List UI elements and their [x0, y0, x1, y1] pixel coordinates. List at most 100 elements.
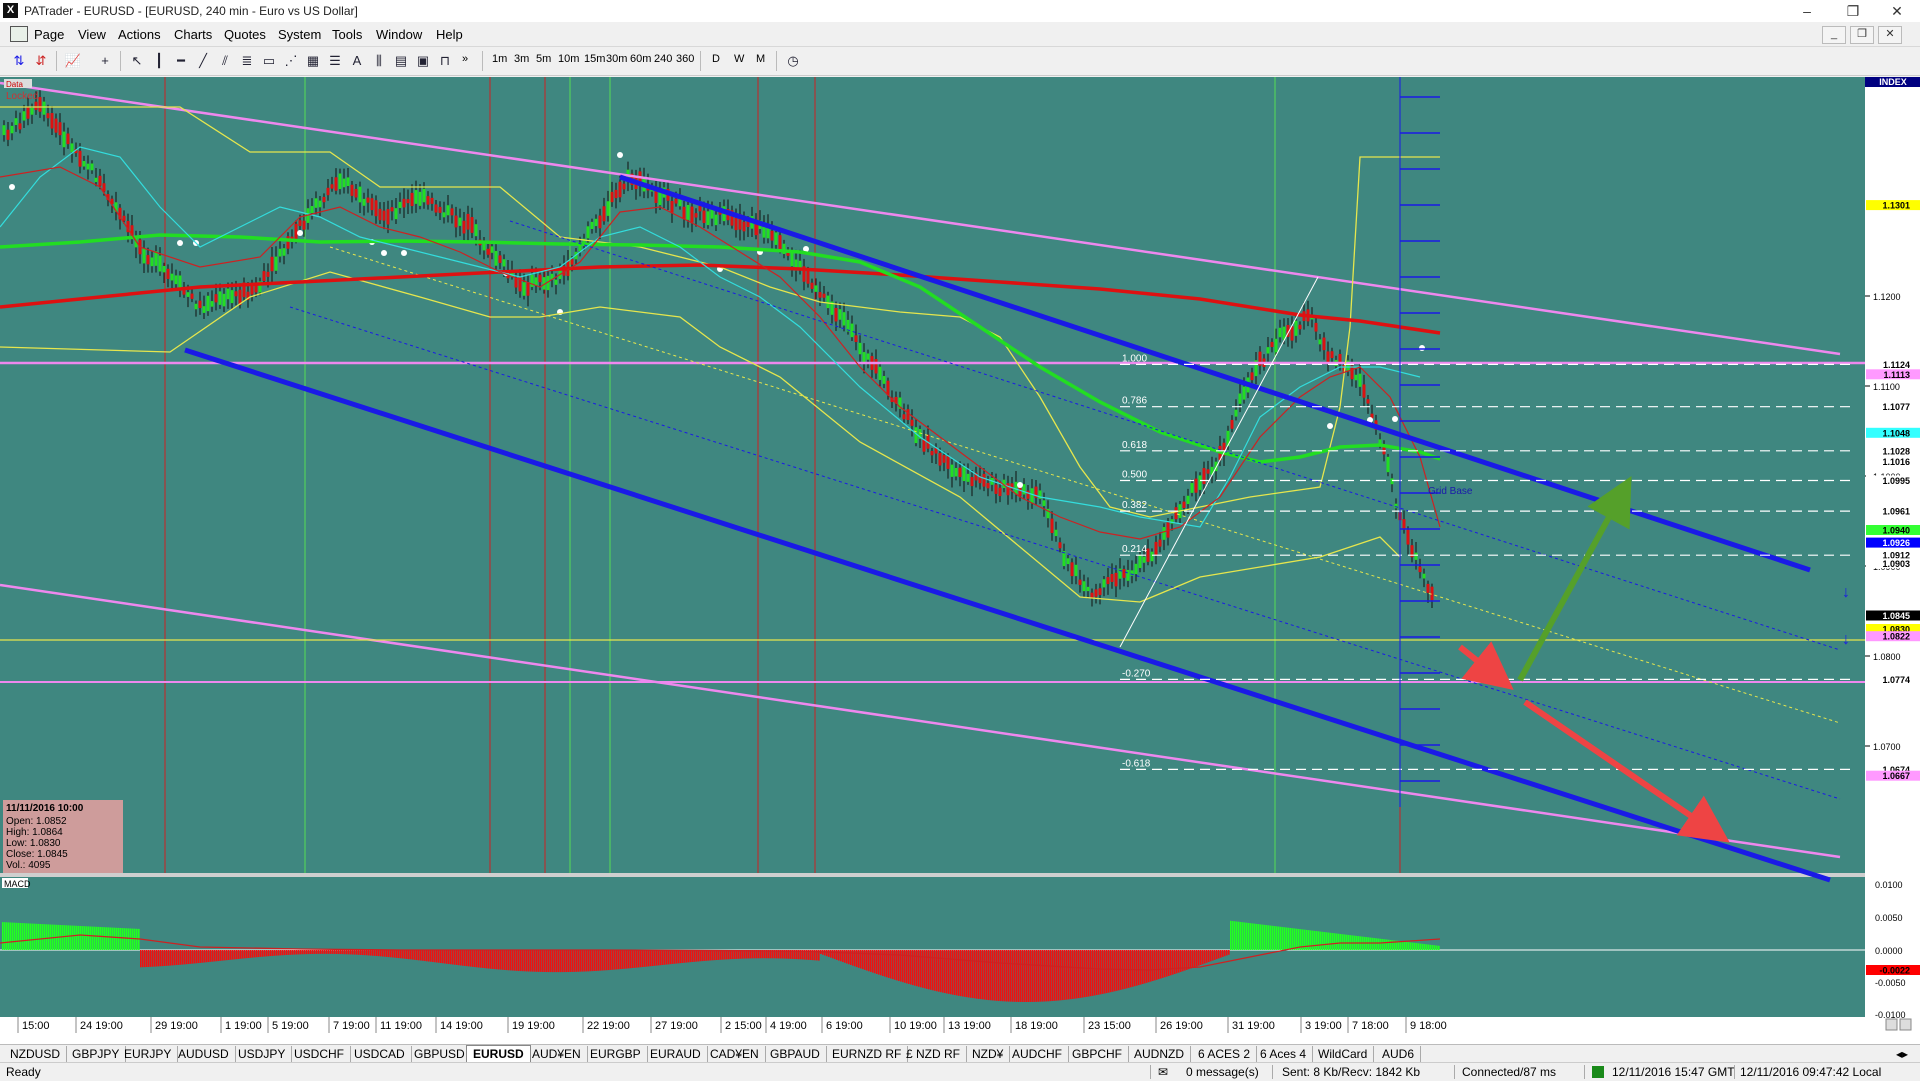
levels-icon[interactable]: ☰: [326, 52, 344, 70]
macd-bar: [1168, 950, 1170, 976]
rectangle-icon[interactable]: ▭: [260, 52, 278, 70]
restore-button[interactable]: ❐: [1830, 0, 1876, 22]
tab-nzdusd[interactable]: NZDUSD: [4, 1046, 67, 1062]
tab-aud-yen[interactable]: AUD¥EN: [526, 1046, 588, 1062]
fan-icon[interactable]: ⋰: [282, 52, 300, 70]
tab-aud6[interactable]: AUD6: [1376, 1046, 1422, 1062]
macd-bar: [516, 950, 518, 971]
timeframe-m[interactable]: M: [756, 53, 765, 65]
menu-actions[interactable]: Actions: [118, 27, 161, 42]
candle-body: [166, 268, 170, 279]
tab-usdchf[interactable]: USDCHF: [288, 1046, 351, 1062]
menu-charts[interactable]: Charts: [174, 27, 212, 42]
mdi-close-button[interactable]: ✕: [1878, 26, 1902, 44]
close-button[interactable]: ✕: [1874, 0, 1920, 22]
tab-6-aces-4[interactable]: 6 Aces 4: [1254, 1046, 1314, 1062]
macd-bar: [926, 950, 928, 989]
tab-audnzd[interactable]: AUDNZD: [1128, 1046, 1191, 1062]
timeframe-60m[interactable]: 60m: [630, 53, 651, 65]
candle-body: [614, 189, 618, 199]
channel-icon[interactable]: ⫽: [216, 52, 234, 70]
timeframe-240[interactable]: 240: [654, 53, 672, 65]
cycle-lines-icon[interactable]: ⫼: [370, 52, 388, 70]
mail-icon[interactable]: ✉: [1158, 1065, 1168, 1079]
fibonacci-icon[interactable]: ≣: [238, 52, 256, 70]
crosshair-icon[interactable]: +: [96, 52, 114, 70]
zoom-icon[interactable]: ▤: [392, 52, 410, 70]
macd-bar: [400, 950, 402, 959]
mdi-restore-button[interactable]: ❐: [1850, 26, 1874, 44]
macd-bar: [704, 950, 706, 961]
tab-6-aces-2[interactable]: 6 ACES 2: [1192, 1046, 1258, 1062]
trendline-icon[interactable]: ╱: [194, 52, 212, 70]
timeframe-30m[interactable]: 30m: [606, 53, 627, 65]
candle-body: [1094, 589, 1098, 597]
status-messages[interactable]: 0 message(s): [1186, 1065, 1259, 1079]
clock-icon[interactable]: ◷: [784, 52, 802, 70]
delete-drawing-icon[interactable]: ▣: [414, 52, 432, 70]
magnet-icon[interactable]: ⊓: [436, 52, 454, 70]
macd-bar: [438, 950, 440, 963]
menu-system[interactable]: System: [278, 27, 321, 42]
menu-view[interactable]: View: [78, 27, 106, 42]
tab-gbpaud[interactable]: GBPAUD: [764, 1046, 827, 1062]
menu-help[interactable]: Help: [436, 27, 463, 42]
tab-eurgbp[interactable]: EURGBP: [584, 1046, 648, 1062]
tab-eurjpy[interactable]: EURJPY: [118, 1046, 179, 1062]
tab-usdcad[interactable]: USDCAD: [348, 1046, 412, 1062]
timeframe-10m[interactable]: 10m: [558, 53, 579, 65]
timeframe-3m[interactable]: 3m: [514, 53, 529, 65]
chart-icon[interactable]: 📈: [64, 52, 82, 70]
tab-audchf[interactable]: AUDCHF: [1006, 1046, 1069, 1062]
candle-body: [1230, 419, 1234, 429]
macd-bar: [172, 950, 174, 966]
timeframe-d[interactable]: D: [712, 53, 720, 65]
menu-tools[interactable]: Tools: [332, 27, 362, 42]
menu-quotes[interactable]: Quotes: [224, 27, 266, 42]
tab-wildcard[interactable]: WildCard: [1312, 1046, 1375, 1062]
macd-bar: [220, 950, 222, 961]
toolbar-overflow[interactable]: »: [462, 53, 468, 65]
minimize-button[interactable]: –: [1784, 0, 1830, 22]
grid-icon[interactable]: ▦: [304, 52, 322, 70]
timeframe-360[interactable]: 360: [676, 53, 694, 65]
tab-scroll-icon[interactable]: ◂▸: [1890, 1046, 1914, 1062]
timeframe-1m[interactable]: 1m: [492, 53, 507, 65]
candle-body: [94, 177, 98, 183]
vertical-line-icon[interactable]: ┃: [150, 52, 168, 70]
timeframe-15m[interactable]: 15m: [584, 53, 605, 65]
tab-cad-yen[interactable]: CAD¥EN: [704, 1046, 766, 1062]
menu-window[interactable]: Window: [376, 27, 422, 42]
tab-gbpusd[interactable]: GBPUSD: [408, 1046, 472, 1062]
cursor-icon[interactable]: ↖: [128, 52, 146, 70]
scroll-left-button[interactable]: [1885, 1018, 1898, 1031]
timeframe-5m[interactable]: 5m: [536, 53, 551, 65]
text-tool-icon[interactable]: A: [348, 52, 366, 70]
tab-eurnzd-rf[interactable]: EURNZD RF: [826, 1046, 909, 1062]
tab-audusd[interactable]: AUDUSD: [172, 1046, 236, 1062]
macd-bar: [246, 950, 248, 959]
tab-nzd-yen[interactable]: NZD¥: [966, 1046, 1011, 1062]
horizontal-line-icon[interactable]: ━: [172, 52, 190, 70]
menu-page[interactable]: Page: [34, 27, 64, 42]
candle-body: [1138, 554, 1142, 568]
mdi-minimize-button[interactable]: _: [1822, 26, 1846, 44]
tab-usdjpy[interactable]: USDJPY: [232, 1046, 293, 1062]
chart-window-icon[interactable]: [10, 26, 28, 42]
price-chart[interactable]: INDEX 1.000 0.786 0.618 0.500 0.382 0.214 -0.2…: [0, 77, 1920, 1045]
tab-euraud[interactable]: EURAUD: [644, 1046, 708, 1062]
buy-arrow-icon[interactable]: ⇅: [10, 52, 28, 70]
pane-divider[interactable]: [0, 873, 1865, 877]
tab-gbp-nzd-rf[interactable]: £ NZD RF: [900, 1046, 967, 1062]
macd-bar: [1242, 922, 1244, 950]
timeframe-w[interactable]: W: [734, 53, 744, 65]
scroll-right-button[interactable]: [1899, 1018, 1912, 1031]
candle-body: [778, 235, 782, 250]
chart-window[interactable]: INDEX 1.000 0.786 0.618 0.500 0.382 0.214 -0.2…: [0, 77, 1920, 1045]
tab-eurusd[interactable]: EURUSD: [466, 1045, 531, 1063]
pivot-dot: [401, 250, 407, 256]
macd-bar: [710, 950, 712, 961]
macd-bar: [406, 950, 408, 959]
sell-arrow-icon[interactable]: ⇵: [32, 52, 50, 70]
tab-gbpchf[interactable]: GBPCHF: [1066, 1046, 1130, 1062]
